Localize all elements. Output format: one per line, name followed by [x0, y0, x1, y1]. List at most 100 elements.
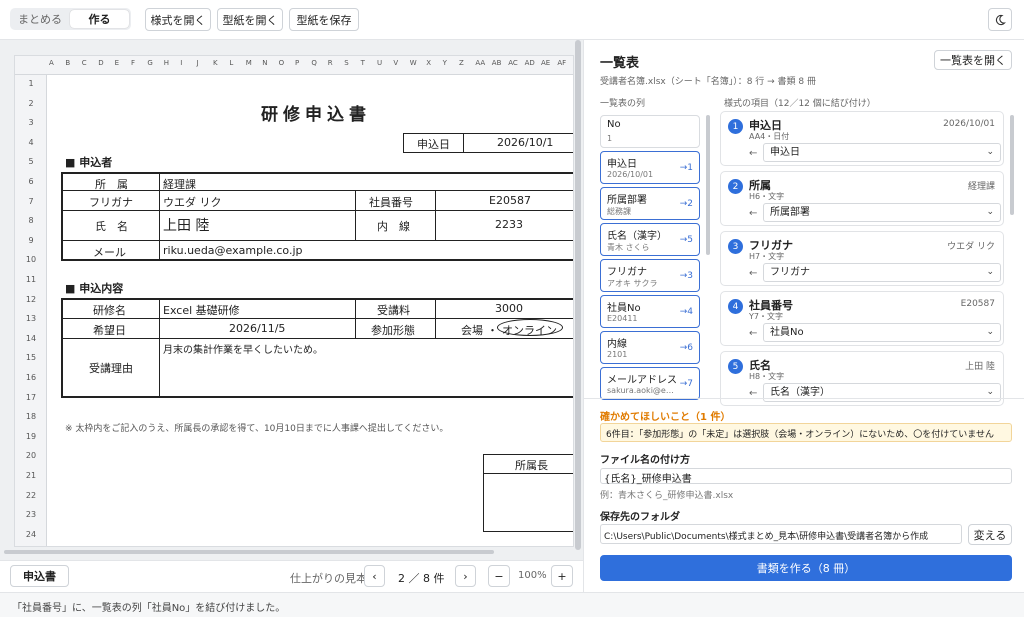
select-value: 申込日 — [770, 147, 800, 158]
make-documents-button[interactable]: 書類を作る（8 冊） — [600, 555, 1012, 581]
boss-label: 所属長 — [515, 459, 548, 472]
row-number: 5 — [28, 157, 34, 167]
field-number: 5 — [728, 359, 743, 374]
prev-page-button[interactable]: ‹ — [364, 565, 385, 587]
field-column-select[interactable]: 所属部署 ⌄ — [763, 203, 1001, 222]
kana-label: フリガナ — [89, 196, 133, 209]
preview-label: 仕上がりの見本 — [290, 572, 367, 585]
column-letter: A — [49, 59, 54, 67]
folder-input[interactable]: C:\Users\Public\Documents\様式まとめ_見本\研修申込書… — [600, 524, 962, 544]
column-letter: AF — [557, 59, 567, 67]
field-column-select[interactable]: 社員No ⌄ — [763, 323, 1001, 342]
list-column-card[interactable]: フリガナ アオキ サクラ →3 — [600, 259, 700, 292]
form-label: 参加形態 — [371, 324, 415, 337]
warning-text: 6件目：「参加形態」の「未定」は選択肢（会場・オンライン）にないため、〇を付けて… — [606, 430, 994, 440]
course-label: 研修名 — [93, 304, 126, 317]
vertical-scrollbar[interactable] — [575, 40, 581, 550]
row-number: 24 — [25, 529, 37, 539]
mode-make-tab[interactable]: 作る — [70, 10, 129, 28]
empno-value: E20587 — [489, 194, 531, 207]
left-arrow-icon: ← — [749, 268, 758, 279]
column-letter: J — [196, 59, 199, 67]
list-column-name: 所属部署 — [607, 195, 647, 206]
field-number: 3 — [728, 239, 743, 254]
zoom-in-button[interactable]: + — [551, 565, 573, 587]
list-column-card[interactable]: 社員No E20411 →4 — [600, 295, 700, 328]
link-arrow: →4 — [679, 307, 693, 317]
field-column-select[interactable]: 申込日 ⌄ — [763, 143, 1001, 162]
sheet-tab[interactable]: 申込書 — [10, 565, 69, 587]
source-info: 受講者名簿.xlsx（シート「名簿」）：8 行 → 書類 8 冊 — [600, 77, 817, 87]
chevron-down-icon: ⌄ — [986, 267, 994, 277]
field-value: 上田 陸 — [965, 362, 995, 372]
row-number: 2 — [28, 98, 34, 108]
list-column-card[interactable]: 氏名（漢字） 青木 さくら →5 — [600, 223, 700, 256]
row-number: 10 — [25, 255, 37, 265]
field-column-select[interactable]: 氏名（漢字） ⌄ — [763, 383, 1001, 402]
list-scrollbar[interactable] — [706, 115, 710, 255]
select-value: 所属部署 — [770, 207, 810, 218]
list-column-name: 申込日 — [607, 159, 637, 170]
field-meta: H8・文字 — [749, 372, 785, 381]
field-number: 4 — [728, 299, 743, 314]
list-column-card[interactable]: 所属部署 総務課 →2 — [600, 187, 700, 220]
form-title: 研修申込書 — [261, 105, 371, 125]
column-letter: Y — [442, 59, 447, 67]
theme-moon-icon[interactable] — [988, 8, 1012, 31]
next-page-button[interactable]: › — [455, 565, 476, 587]
field-meta: H6・文字 — [749, 192, 785, 201]
row-header: 1 2 3 4 5 6 7 8 9 10 11 12 13 14 15 16 17 18 19 20 21 22 23 24 — [15, 75, 47, 546]
open-template-button[interactable]: 型紙を開く — [217, 8, 283, 31]
apply-date-value: 2026/10/1 — [497, 136, 554, 149]
list-column-name: メールアドレス — [607, 375, 677, 386]
preview-footer: 申込書 仕上がりの見本 ‹ 2 ／ 8 件 › − 100% + — [0, 560, 583, 592]
fields-scrollbar[interactable] — [1010, 115, 1014, 215]
toolbar: まとめる 作る 様式を開く 型紙を開く 型紙を保存 — [0, 0, 1024, 40]
list-column-name: 氏名（漢字） — [607, 231, 667, 242]
form-sep: ・ — [487, 324, 498, 337]
row-number: 21 — [25, 471, 37, 480]
dept-value: 経理課 — [163, 178, 196, 191]
status-message: 「社員番号」に、一覧表の列「社員No」を結び付けました。 — [12, 603, 286, 614]
row-number: 3 — [28, 118, 34, 128]
field-column-select[interactable]: フリガナ ⌄ — [763, 263, 1001, 282]
filename-label: ファイル名の付け方 — [600, 455, 690, 466]
column-letter: Z — [459, 59, 464, 67]
applicant-table — [61, 172, 573, 261]
reason-label: 受講理由 — [89, 362, 133, 375]
name-value: 上田 陸 — [163, 218, 210, 234]
select-value: フリガナ — [770, 267, 810, 278]
field-number: 1 — [728, 119, 743, 134]
field-number: 2 — [728, 179, 743, 194]
zoom-out-button[interactable]: − — [488, 565, 510, 587]
chevron-down-icon: ⌄ — [986, 327, 994, 337]
column-letter: B — [65, 59, 71, 67]
list-column-card[interactable]: No 1 — [600, 115, 700, 148]
mail-value: riku.ueda@example.co.jp — [163, 244, 303, 257]
list-column-name: 社員No — [607, 303, 641, 314]
column-letter: S — [344, 59, 349, 67]
row-number: 7 — [28, 196, 34, 206]
row-number: 23 — [25, 510, 37, 520]
list-column-card[interactable]: 申込日 2026/10/01 →1 — [600, 151, 700, 184]
mode-summary-tab[interactable]: まとめる — [12, 10, 68, 28]
open-style-button[interactable]: 様式を開く — [145, 8, 211, 31]
form-venue: 会場 — [461, 324, 483, 337]
folder-value: C:\Users\Public\Documents\様式まとめ_見本\研修申込書… — [604, 532, 929, 542]
column-letter: L — [229, 59, 234, 67]
column-letter: E — [114, 59, 120, 67]
change-folder-button[interactable]: 変える — [968, 524, 1012, 545]
open-list-button[interactable]: 一覧表を開く — [934, 50, 1012, 70]
chevron-down-icon: ⌄ — [986, 147, 994, 157]
save-template-button[interactable]: 型紙を保存 — [289, 8, 359, 31]
horizontal-scrollbar[interactable] — [4, 550, 494, 554]
column-letter: K — [213, 59, 218, 67]
fee-value: 3000 — [495, 302, 523, 315]
list-cols-label: 一覧表の列 — [600, 99, 646, 109]
list-column-card[interactable]: 内線 2101 →6 — [600, 331, 700, 364]
form-note: ※ 太枠内をご記入のうえ、所属長の承認を得て、10月10日までに人事課へ提出して… — [65, 424, 449, 434]
list-column-card[interactable]: メールアドレス sakura.aoki@e… →7 — [600, 367, 700, 400]
column-header: A B C D E F G H I J K L M N O P Q R S T U V W X Y Z AA AB AC AD AE AF — [15, 56, 573, 75]
status-bar: 「社員番号」に、一覧表の列「社員No」を結び付けました。 — [0, 592, 1024, 617]
row-number: 11 — [25, 275, 37, 284]
